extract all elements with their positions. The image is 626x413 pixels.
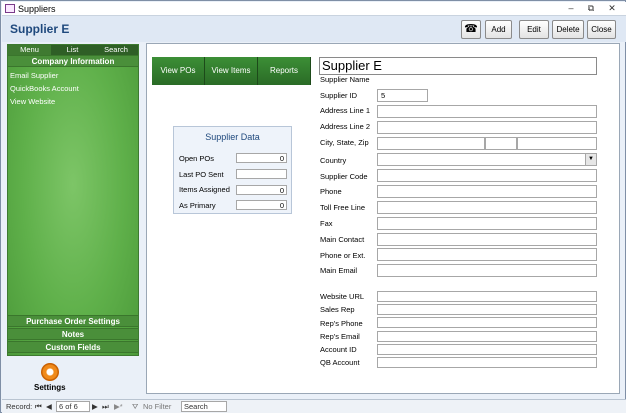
toll-free-label: Toll Free Line (320, 203, 366, 212)
toll-free-field[interactable] (377, 201, 597, 214)
city-field[interactable] (377, 137, 485, 150)
settings-gear-icon[interactable] (41, 363, 59, 381)
supplier-name-field[interactable]: Supplier E (319, 57, 597, 75)
link-quickbooks-account[interactable]: QuickBooks Account (10, 84, 79, 93)
address-line-1-label: Address Line 1 (320, 106, 371, 115)
next-record-icon[interactable]: ▶ (92, 400, 98, 413)
supplier-code-label: Supplier Code (320, 172, 368, 181)
items-assigned-value: 0 (236, 185, 287, 195)
record-label: Record: (6, 402, 33, 411)
supplier-name-label: Supplier Name (320, 75, 370, 84)
phone-ext-field[interactable] (377, 248, 597, 261)
phone-ext-label: Phone or Ext. (320, 251, 366, 260)
link-view-website[interactable]: View Website (10, 97, 55, 106)
rep-phone-field[interactable] (377, 317, 597, 328)
state-field[interactable] (485, 137, 517, 150)
supplier-code-field[interactable] (377, 169, 597, 182)
sales-rep-field[interactable] (377, 304, 597, 315)
fax-label: Fax (320, 219, 333, 228)
supplier-data-panel: Supplier Data Open POs 0 Last PO Sent It… (173, 126, 292, 214)
sales-rep-label: Sales Rep (320, 305, 355, 314)
section-purchase-order-settings[interactable]: Purchase Order Settings (8, 315, 138, 327)
new-record-icon[interactable]: ▶* (114, 400, 123, 413)
previous-record-icon[interactable]: ◀ (46, 400, 52, 413)
form-header: Supplier E ☎ Add Edit Delete Close (2, 16, 626, 42)
rep-phone-label: Rep's Phone (320, 319, 363, 328)
tab-menu[interactable]: Menu (8, 45, 51, 55)
phone-field[interactable] (377, 185, 597, 198)
link-email-supplier[interactable]: Email Supplier (10, 71, 58, 80)
edit-button[interactable]: Edit (519, 20, 549, 39)
section-notes[interactable]: Notes (8, 328, 138, 340)
main-email-label: Main Email (320, 266, 358, 275)
account-id-field[interactable] (377, 344, 597, 355)
as-primary-label: As Primary (179, 201, 216, 210)
last-record-icon[interactable]: ⏭ (102, 400, 109, 413)
rep-email-label: Rep's Email (320, 332, 360, 341)
tab-list[interactable]: List (51, 45, 94, 55)
page-title: Supplier E (10, 22, 70, 36)
app-window: Suppliers – ⧉ ✕ Supplier E ☎ Add Edit De… (0, 0, 626, 413)
filter-icon[interactable]: ⛛ (132, 400, 138, 413)
website-url-field[interactable] (377, 291, 597, 302)
last-po-sent-label: Last PO Sent (179, 170, 224, 179)
phone-icon[interactable]: ☎ (461, 20, 481, 39)
open-pos-value: 0 (236, 153, 287, 163)
tab-search[interactable]: Search (94, 45, 138, 55)
country-label: Country (320, 156, 347, 165)
chevron-down-icon[interactable]: ▼ (585, 154, 596, 165)
view-items-button[interactable]: View Items (205, 57, 258, 85)
delete-button[interactable]: Delete (552, 20, 584, 39)
settings-label[interactable]: Settings (34, 383, 66, 392)
address-line-1-field[interactable] (377, 105, 597, 118)
phone-label: Phone (320, 187, 342, 196)
website-url-label: Website URL (320, 292, 365, 301)
window-title: Suppliers (18, 4, 56, 14)
as-primary-value: 0 (236, 200, 287, 210)
record-position-field[interactable]: 6 of 6 (56, 401, 90, 412)
country-select[interactable] (377, 153, 597, 166)
title-bar: Suppliers – ⧉ ✕ (2, 2, 626, 16)
detail-panel: View POs View Items Reports Supplier Dat… (146, 43, 620, 394)
address-line-2-label: Address Line 2 (320, 122, 371, 131)
close-window-button[interactable]: ✕ (604, 3, 620, 14)
qb-account-field[interactable] (377, 357, 597, 368)
city-state-zip-label: City, State, Zip (320, 138, 369, 147)
search-input[interactable]: Search (181, 401, 227, 412)
supplier-id-field[interactable]: 5 (377, 89, 428, 102)
fax-field[interactable] (377, 217, 597, 230)
view-pos-button[interactable]: View POs (152, 57, 205, 85)
panel-title: Supplier Data (205, 132, 260, 142)
form-icon (5, 4, 15, 13)
first-record-icon[interactable]: ⏮ (35, 400, 42, 413)
no-filter-label[interactable]: No Filter (143, 400, 171, 413)
main-contact-field[interactable] (377, 233, 597, 246)
record-navigation-bar: Record: ⏮ ◀ 6 of 6 ▶ ⏭ ▶* ⛛ No Filter Se… (2, 399, 626, 413)
nav-tab-strip: Menu List Search (8, 45, 138, 55)
account-id-label: Account ID (320, 345, 357, 354)
close-button[interactable]: Close (587, 20, 616, 39)
section-company-information[interactable]: Company Information (8, 55, 138, 67)
main-email-field[interactable] (377, 264, 597, 277)
restore-button[interactable]: ⧉ (583, 3, 599, 14)
section-custom-fields[interactable]: Custom Fields (8, 341, 138, 353)
supplier-id-label: Supplier ID (320, 91, 358, 100)
address-line-2-field[interactable] (377, 121, 597, 134)
main-contact-label: Main Contact (320, 235, 365, 244)
navigation-pane: Menu List Search Company Information Ema… (7, 44, 139, 356)
open-pos-label: Open POs (179, 154, 215, 163)
items-assigned-label: Items Assigned (179, 185, 230, 194)
last-po-sent-value (236, 169, 287, 179)
minimize-button[interactable]: – (563, 3, 579, 14)
add-button[interactable]: Add (485, 20, 512, 39)
rep-email-field[interactable] (377, 331, 597, 342)
zip-field[interactable] (517, 137, 597, 150)
reports-button[interactable]: Reports (258, 57, 311, 85)
qb-account-label: QB Account (320, 358, 360, 367)
